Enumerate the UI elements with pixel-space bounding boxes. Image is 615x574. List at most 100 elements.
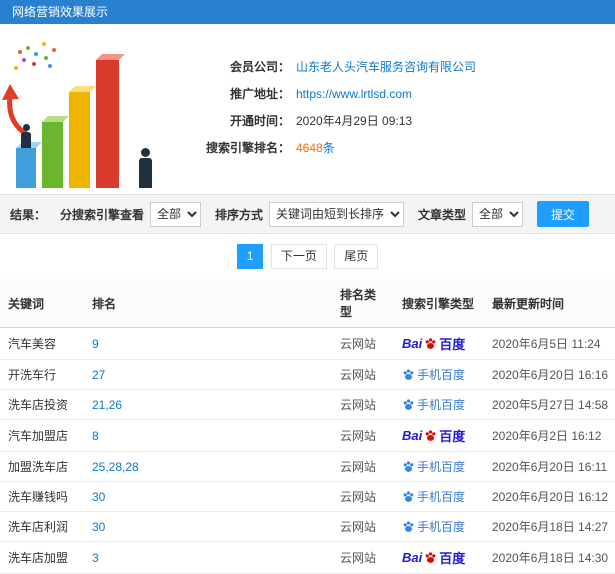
baidu-logo-text: Bai xyxy=(402,550,423,565)
rank-type-cell: 云网站 xyxy=(332,359,394,390)
engine-cell: 手机百度 xyxy=(394,511,484,542)
table-header-row: 关键词 排名 排名类型 搜索引擎类型 最新更新时间 xyxy=(0,279,615,328)
company-label: 会员公司： xyxy=(229,60,290,74)
rank-type-cell: 云网站 xyxy=(332,451,394,482)
table-row: 洗车店加盟 3 云网站 Bai 百度 2020年6月18日 14:30 xyxy=(0,541,615,574)
baidu-paw-icon xyxy=(425,552,436,563)
article-type-select[interactable]: 全部 xyxy=(471,201,523,227)
keyword-cell: 加盟洗车店 xyxy=(0,451,84,482)
rank-type-cell: 云网站 xyxy=(332,419,394,452)
mobile-baidu-label: 手机百度 xyxy=(417,520,466,534)
mobile-baidu-label: 手机百度 xyxy=(417,490,466,504)
mobile-baidu-label: 手机百度 xyxy=(417,460,466,474)
update-time-cell: 2020年6月18日 14:30 xyxy=(484,541,615,574)
chart-bar-blue xyxy=(16,142,42,188)
mobile-baidu-paw-icon xyxy=(403,399,414,410)
open-time-row: 开通时间： 2020年4月29日 09:13 xyxy=(178,112,476,129)
update-time-cell: 2020年6月20日 16:11 xyxy=(484,451,615,482)
chart-bar-red xyxy=(96,54,125,188)
table-row: 开洗车行 27 云网站 手机百度 2020年6月20日 16:16 xyxy=(0,359,615,390)
header-keyword: 关键词 xyxy=(0,279,84,328)
keyword-cell: 汽车美容 xyxy=(0,327,84,360)
mobile-baidu-label: 手机百度 xyxy=(417,368,466,382)
page-title: 网络营销效果展示 xyxy=(12,5,109,19)
engine-cell: Bai 百度 xyxy=(394,327,484,360)
baidu-logo-cn: 百度 xyxy=(439,429,466,444)
open-time-value: 2020年4月29日 09:13 xyxy=(296,114,413,128)
rank-type-cell: 云网站 xyxy=(332,389,394,420)
rank-cell: 30 xyxy=(84,511,332,542)
update-time-cell: 2020年6月5日 11:24 xyxy=(484,327,615,360)
company-link[interactable]: 山东老人头汽车服务咨询有限公司 xyxy=(296,58,476,75)
engine-cell: 手机百度 xyxy=(394,451,484,482)
filter-bar: 结果： 分搜索引擎查看 全部 排序方式 关键词由短到长排序 文章类型 全部 提交 xyxy=(0,194,615,234)
rank-type-cell: 云网站 xyxy=(332,541,394,574)
submit-button[interactable]: 提交 xyxy=(536,201,589,227)
header-rank-type: 排名类型 xyxy=(332,279,394,328)
update-time-cell: 2020年5月27日 14:58 xyxy=(484,389,615,420)
engine-cell: Bai 百度 xyxy=(394,541,484,574)
results-table: 关键词 排名 排名类型 搜索引擎类型 最新更新时间 汽车美容 9 云网站 Bai… xyxy=(0,279,615,574)
header-update-time: 最新更新时间 xyxy=(484,279,615,328)
bar-chart-illustration xyxy=(0,32,175,190)
keyword-cell: 洗车店加盟 xyxy=(0,541,84,574)
chart-bar-gold xyxy=(69,86,96,188)
rank-cell: 9 xyxy=(84,327,332,360)
engine-cell: 手机百度 xyxy=(394,389,484,420)
mobile-baidu-paw-icon xyxy=(403,461,414,472)
person-figure-right xyxy=(138,148,152,188)
pagination: 1 下一页 尾页 xyxy=(0,234,615,279)
mobile-baidu-paw-icon xyxy=(403,491,414,502)
page-1[interactable]: 1 xyxy=(236,244,264,269)
seo-rank-unit: 条 xyxy=(322,141,335,155)
table-row: 汽车美容 9 云网站 Bai 百度 2020年6月5日 11:24 xyxy=(0,327,615,360)
engine-cell: 手机百度 xyxy=(394,359,484,390)
seo-rank-count: 4648 xyxy=(296,141,323,155)
engine-filter-select[interactable]: 全部 xyxy=(149,201,201,227)
seo-rank-row: 搜索引擎排名： 4648条 xyxy=(178,139,476,156)
keyword-cell: 开洗车行 xyxy=(0,359,84,390)
keyword-cell: 洗车店利润 xyxy=(0,511,84,542)
baidu-logo-cn: 百度 xyxy=(439,551,466,566)
rank-cell: 27 xyxy=(84,359,332,390)
result-label: 结果： xyxy=(10,207,47,222)
update-time-cell: 2020年6月2日 16:12 xyxy=(484,419,615,452)
baidu-paw-icon xyxy=(425,338,436,349)
person-figure-left xyxy=(19,124,33,148)
promo-url-label: 推广地址： xyxy=(229,87,290,101)
seo-rank-label: 搜索引擎排名： xyxy=(205,141,290,155)
last-page-button[interactable]: 尾页 xyxy=(334,244,379,269)
engine-cell: 手机百度 xyxy=(394,481,484,512)
header-engine-type: 搜索引擎类型 xyxy=(394,279,484,328)
next-page-button[interactable]: 下一页 xyxy=(270,244,327,269)
rank-type-cell: 云网站 xyxy=(332,327,394,360)
baidu-logo-cn: 百度 xyxy=(439,337,466,352)
top-title-bar: 网络营销效果展示 xyxy=(0,0,615,24)
promo-url-link[interactable]: https://www.lrtlsd.com xyxy=(296,87,412,101)
mobile-baidu-paw-icon xyxy=(403,521,414,532)
keyword-cell: 洗车店投资 xyxy=(0,389,84,420)
chart-bar-green xyxy=(42,116,69,188)
sort-filter-select[interactable]: 关键词由短到长排序 xyxy=(268,201,404,227)
member-info-section: 会员公司： 山东老人头汽车服务咨询有限公司 推广地址： https://www.… xyxy=(0,24,615,194)
mobile-baidu-paw-icon xyxy=(403,369,414,380)
update-time-cell: 2020年6月20日 16:12 xyxy=(484,481,615,512)
engine-cell: Bai 百度 xyxy=(394,419,484,452)
keyword-cell: 汽车加盟店 xyxy=(0,419,84,452)
article-type-label: 文章类型 xyxy=(417,207,466,222)
filter-controls: 分搜索引擎查看 全部 排序方式 关键词由短到长排序 文章类型 全部 提交 xyxy=(52,201,589,227)
mobile-baidu-label: 手机百度 xyxy=(417,398,466,412)
table-row: 洗车店投资 21,26 云网站 手机百度 2020年5月27日 14:58 xyxy=(0,389,615,420)
baidu-logo-text: Bai xyxy=(402,428,423,443)
company-row: 会员公司： 山东老人头汽车服务咨询有限公司 xyxy=(178,58,476,75)
header-rank: 排名 xyxy=(84,279,332,328)
update-time-cell: 2020年6月20日 16:16 xyxy=(484,359,615,390)
table-row: 加盟洗车店 25,28,28 云网站 手机百度 2020年6月20日 16:11 xyxy=(0,451,615,482)
keyword-cell: 洗车赚钱吗 xyxy=(0,481,84,512)
confetti-dots-decoration xyxy=(18,50,22,54)
table-row: 汽车加盟店 8 云网站 Bai 百度 2020年6月2日 16:12 xyxy=(0,419,615,452)
rank-type-cell: 云网站 xyxy=(332,481,394,512)
table-row: 洗车店利润 30 云网站 手机百度 2020年6月18日 14:27 xyxy=(0,511,615,542)
sort-filter-label: 排序方式 xyxy=(214,207,263,222)
rank-cell: 25,28,28 xyxy=(84,451,332,482)
